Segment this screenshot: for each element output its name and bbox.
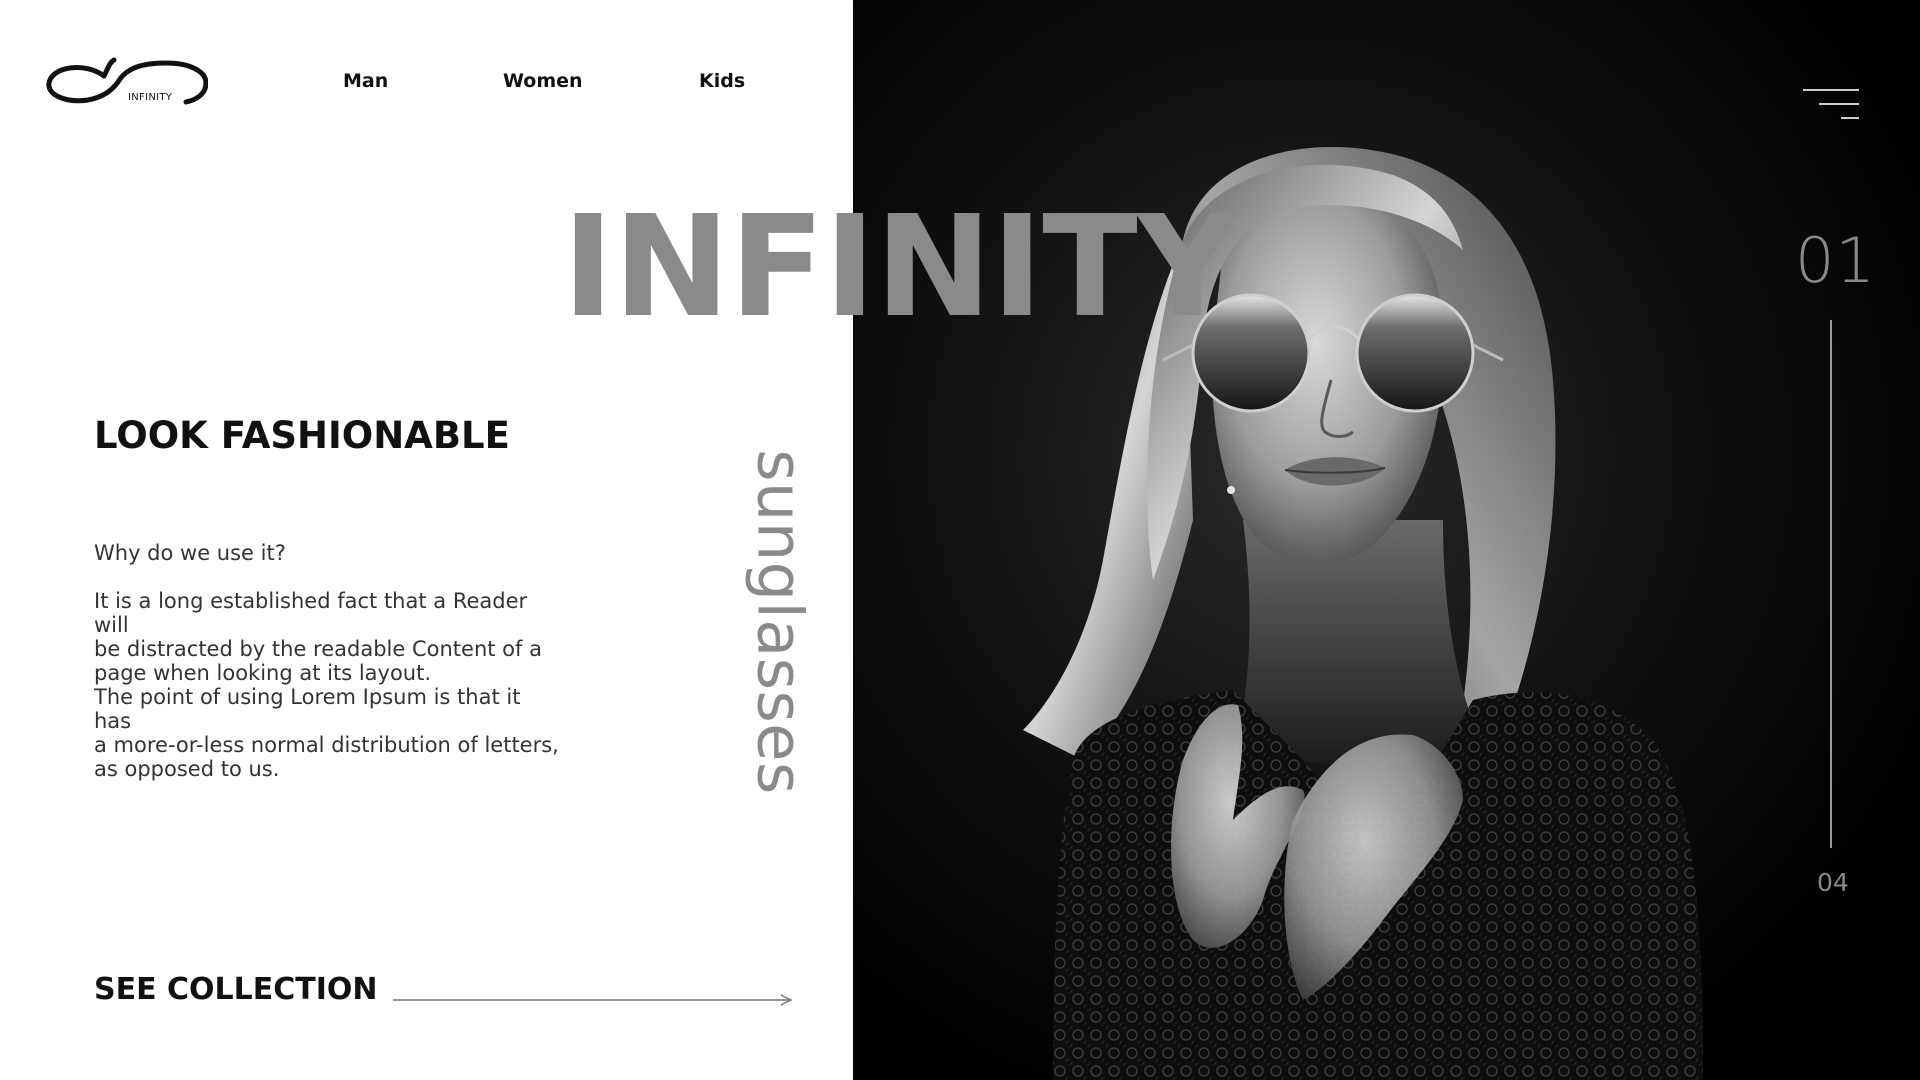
paragraph-line: be distracted by the readable Content of… xyxy=(94,637,542,661)
hero-title: INFINITY xyxy=(562,186,1238,349)
nav-item-women[interactable]: Women xyxy=(503,70,583,92)
left-panel xyxy=(0,0,853,1080)
infinity-logo-icon[interactable]: INFINITY xyxy=(46,56,208,112)
question-text: Why do we use it? xyxy=(94,541,286,565)
logo-text: INFINITY xyxy=(128,92,173,103)
slide-progress-line xyxy=(1830,320,1832,848)
paragraph-line: as opposed to us. xyxy=(94,757,280,781)
arrow-right-icon[interactable] xyxy=(393,992,795,1008)
hamburger-menu-icon[interactable] xyxy=(1803,86,1859,124)
vertical-word: sunglasses xyxy=(743,449,817,795)
hero-photo xyxy=(853,0,1920,1080)
nav-item-man[interactable]: Man xyxy=(343,70,388,92)
see-collection-link[interactable]: SEE COLLECTION xyxy=(94,972,378,1007)
slide-total-number: 04 xyxy=(1817,868,1849,897)
nav-item-kids[interactable]: Kids xyxy=(699,70,745,92)
slide-current-number: 01 xyxy=(1795,224,1876,297)
paragraph-line: page when looking at its layout. xyxy=(94,661,432,685)
headline: LOOK FASHIONABLE xyxy=(94,414,510,457)
body-paragraph: It is a long established fact that a Rea… xyxy=(94,589,564,781)
paragraph-line: The point of using Lorem Ipsum is that i… xyxy=(94,685,521,733)
paragraph-line: a more-or-less normal distribution of le… xyxy=(94,733,559,757)
paragraph-line: It is a long established fact that a Rea… xyxy=(94,589,528,637)
hero-image-panel xyxy=(853,0,1920,1080)
